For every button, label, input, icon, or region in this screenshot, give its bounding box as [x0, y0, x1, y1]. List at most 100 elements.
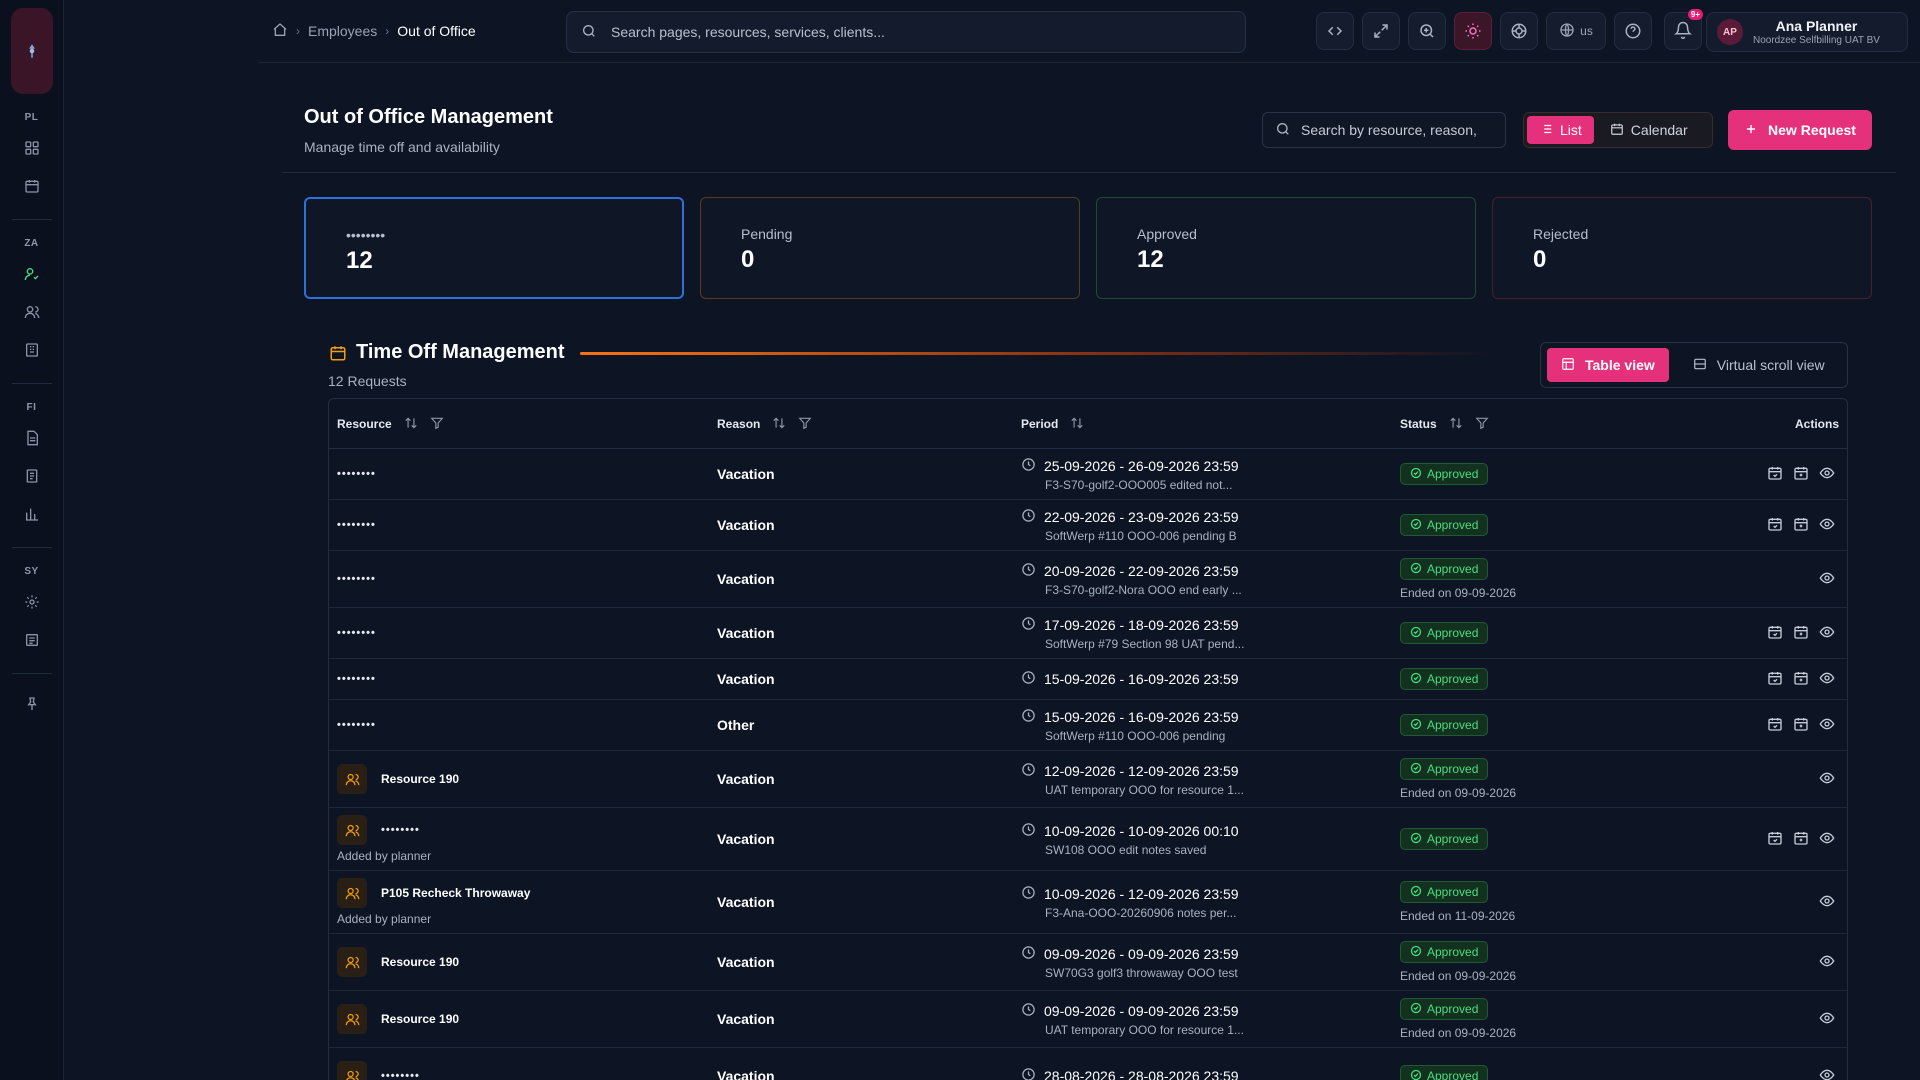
collapse-icon[interactable]	[1316, 12, 1354, 50]
edit-period-icon[interactable]	[1767, 465, 1783, 484]
column-status: Status	[1400, 399, 1489, 449]
view-icon[interactable]	[1819, 570, 1835, 589]
edit-period-icon[interactable]	[1767, 716, 1783, 735]
table-row[interactable]: •••••••• Other 15-09-2026 - 16-09-2026 23:…	[329, 700, 1847, 751]
view-icon[interactable]	[1819, 516, 1835, 535]
view-icon[interactable]	[1819, 953, 1835, 972]
extend-period-icon[interactable]	[1793, 465, 1809, 484]
status-badge: Approved	[1400, 1065, 1489, 1080]
virtual-scroll-button[interactable]: Virtual scroll view	[1679, 348, 1839, 382]
edit-period-icon[interactable]	[1767, 670, 1783, 689]
view-icon[interactable]	[1819, 465, 1835, 484]
building-icon[interactable]	[16, 334, 48, 366]
period-range: 12-09-2026 - 12-09-2026 23:59	[1044, 762, 1239, 779]
document-icon[interactable]	[16, 460, 48, 492]
resource-name[interactable]: ••••••••	[337, 719, 697, 731]
list-view-button[interactable]: List	[1527, 116, 1594, 144]
stat-card-rejected[interactable]: Rejected 0	[1492, 197, 1872, 299]
status-label: Approved	[1427, 945, 1479, 959]
edit-period-icon[interactable]	[1767, 830, 1783, 849]
table-row[interactable]: •••••••• Added by planner Vacation 10-09-20…	[329, 808, 1847, 871]
resource-name[interactable]: P105 Recheck Throwaway	[381, 886, 530, 900]
edit-period-icon[interactable]	[1767, 516, 1783, 535]
extend-period-icon[interactable]	[1793, 624, 1809, 643]
table-row[interactable]: •••••••• Vacation 17-09-2026 - 18-09-2026 …	[329, 608, 1847, 659]
invoice-icon[interactable]	[16, 422, 48, 454]
resource-name[interactable]: ••••••••	[337, 673, 697, 685]
language-selector[interactable]: us	[1546, 12, 1606, 50]
reason-cell: Vacation	[717, 991, 997, 1047]
resource-name[interactable]: Resource 190	[381, 1012, 459, 1026]
resource-name[interactable]: ••••••••	[337, 573, 697, 585]
sort-icon[interactable]	[772, 416, 786, 433]
view-icon[interactable]	[1819, 624, 1835, 643]
calendar-view-button[interactable]: Calendar	[1598, 116, 1700, 144]
filter-icon[interactable]	[430, 416, 444, 433]
view-icon[interactable]	[1819, 770, 1835, 789]
new-request-button[interactable]: New Request	[1728, 110, 1872, 150]
table-view-button[interactable]: Table view	[1547, 348, 1669, 382]
pin-icon[interactable]	[16, 688, 48, 720]
theme-sun-icon[interactable]	[1454, 12, 1492, 50]
filter-icon[interactable]	[1475, 416, 1489, 433]
global-search[interactable]	[566, 11, 1246, 53]
period-range: 28-08-2026 - 28-08-2026 23:59	[1044, 1068, 1239, 1080]
sort-icon[interactable]	[404, 416, 418, 433]
calendar-icon[interactable]	[16, 170, 48, 202]
view-icon[interactable]	[1819, 1067, 1835, 1080]
table-row[interactable]: •••••••• Vacation 15-09-2026 - 16-09-2026 …	[329, 659, 1847, 700]
view-icon[interactable]	[1819, 716, 1835, 735]
bar-chart-icon[interactable]	[16, 498, 48, 530]
resource-name[interactable]: Resource 190	[381, 955, 459, 969]
resource-name[interactable]: ••••••••	[337, 519, 697, 531]
table-row[interactable]: •••••••• Vacation 25-09-2026 - 26-09-2026 …	[329, 449, 1847, 500]
request-search[interactable]	[1262, 112, 1506, 148]
global-search-input[interactable]	[611, 24, 1211, 40]
resource-name[interactable]: ••••••••	[381, 1070, 420, 1080]
app-logo[interactable]	[10, 8, 53, 94]
resource-name[interactable]: ••••••••	[381, 824, 420, 836]
log-icon[interactable]	[16, 624, 48, 656]
table-row[interactable]: P105 Recheck Throwaway Added by planner Va…	[329, 871, 1847, 934]
user-menu[interactable]: AP Ana Planner Noordzee Selfbilling UAT …	[1706, 12, 1908, 52]
extend-period-icon[interactable]	[1793, 516, 1809, 535]
extend-period-icon[interactable]	[1793, 716, 1809, 735]
sort-icon[interactable]	[1070, 416, 1084, 433]
table-row[interactable]: Resource 190 Vacation 09-09-2026 - 09-09-2…	[329, 934, 1847, 991]
view-icon[interactable]	[1819, 893, 1835, 912]
notifications-button[interactable]: 9+	[1664, 9, 1703, 50]
sort-icon[interactable]	[1449, 416, 1463, 433]
view-icon[interactable]	[1819, 670, 1835, 689]
stat-card-pending[interactable]: Pending 0	[700, 197, 1080, 299]
table-row[interactable]: Resource 190 Vacation 12-09-2026 - 12-09-2…	[329, 751, 1847, 808]
fullscreen-icon[interactable]	[1362, 12, 1400, 50]
extend-period-icon[interactable]	[1793, 670, 1809, 689]
table-row[interactable]: •••••••• Vacation 28-08-2026 - 28-08-2026 …	[329, 1048, 1847, 1080]
settings-icon[interactable]	[16, 586, 48, 618]
request-search-input[interactable]	[1301, 122, 1501, 138]
help-icon[interactable]	[1614, 12, 1652, 50]
breadcrumb-employees[interactable]: Employees	[308, 23, 377, 39]
filter-icon[interactable]	[798, 416, 812, 433]
secondary-sidebar	[64, 0, 258, 1080]
stat-card-approved[interactable]: Approved 12	[1096, 197, 1476, 299]
stat-card-total[interactable]: •••••••• 12	[304, 197, 684, 299]
resource-name[interactable]: ••••••••	[337, 468, 697, 480]
table-row[interactable]: •••••••• Vacation 20-09-2026 - 22-09-2026 …	[329, 551, 1847, 608]
palette-icon[interactable]	[1500, 12, 1538, 50]
dashboard-icon[interactable]	[16, 132, 48, 164]
table-row[interactable]: Resource 190 Vacation 09-09-2026 - 09-09-2…	[329, 991, 1847, 1048]
edit-period-icon[interactable]	[1767, 624, 1783, 643]
view-icon[interactable]	[1819, 1010, 1835, 1029]
zoom-in-icon[interactable]	[1408, 12, 1446, 50]
employees-icon[interactable]	[16, 296, 48, 328]
extend-period-icon[interactable]	[1793, 830, 1809, 849]
home-icon[interactable]	[272, 22, 288, 41]
table-row[interactable]: •••••••• Vacation 22-09-2026 - 23-09-2026 …	[329, 500, 1847, 551]
period-cell: 15-09-2026 - 16-09-2026 23:59 SoftWerp #1…	[1021, 700, 1381, 750]
resource-name[interactable]: ••••••••	[337, 627, 697, 639]
view-icon[interactable]	[1819, 830, 1835, 849]
row-actions	[1767, 608, 1835, 658]
resource-name[interactable]: Resource 190	[381, 772, 459, 786]
out-of-office-icon[interactable]	[16, 258, 48, 290]
